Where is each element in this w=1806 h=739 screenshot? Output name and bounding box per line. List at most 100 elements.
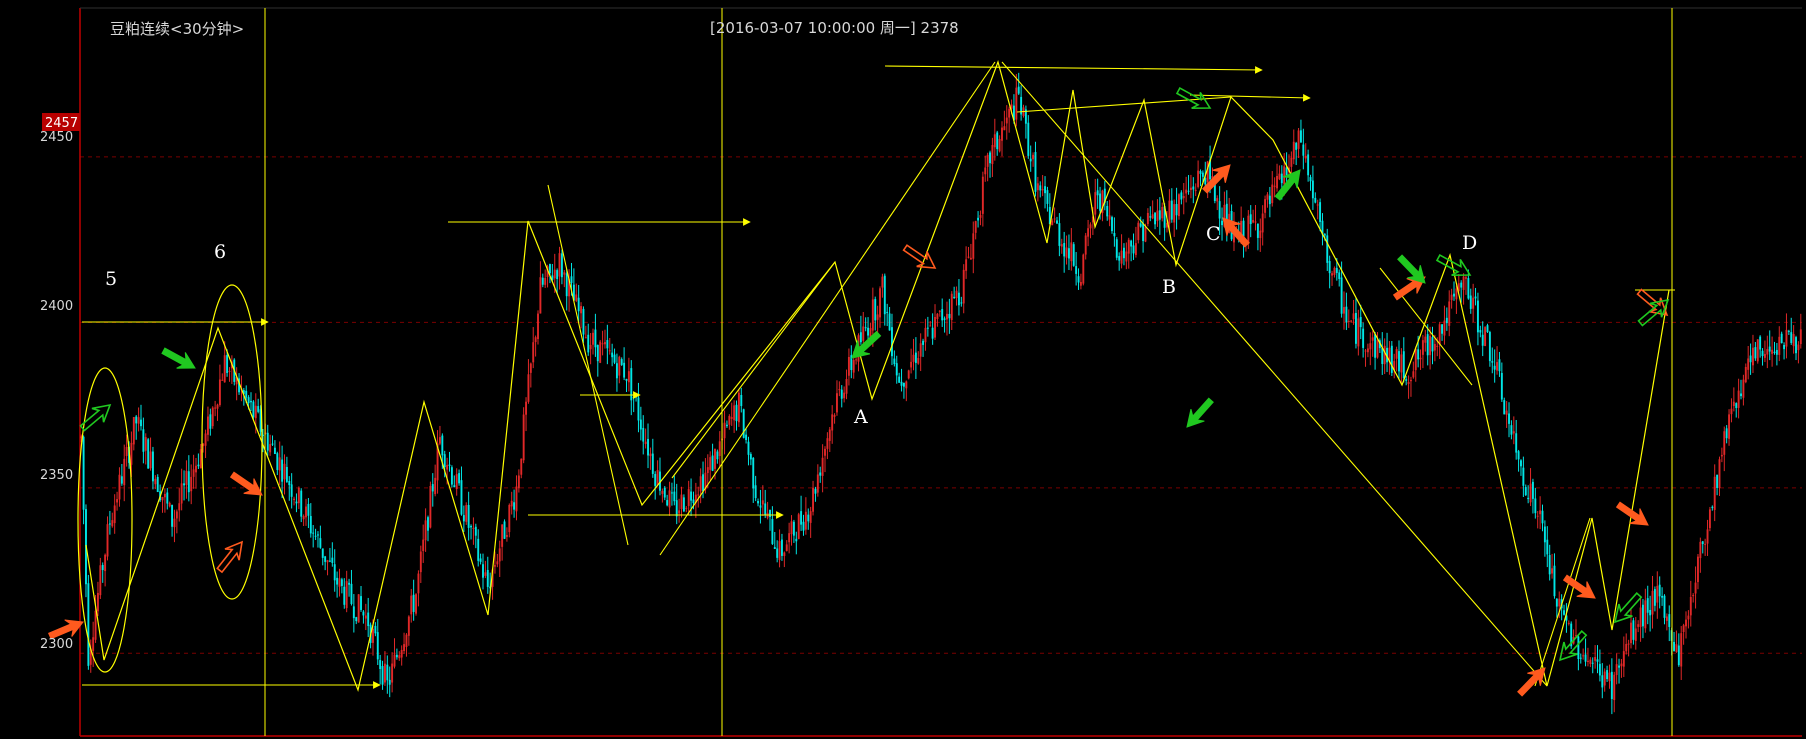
candle-body-256 [692, 499, 695, 504]
candle-body-659 [1656, 585, 1659, 603]
candle-140 [415, 593, 417, 616]
candle-body-97 [312, 532, 315, 534]
candle-body-374 [974, 221, 977, 233]
candle-body-329 [867, 327, 870, 336]
candle-body-238 [649, 453, 652, 457]
candle-body-643 [1618, 665, 1620, 668]
candle-body-109 [340, 579, 343, 586]
candle-body-383 [996, 132, 999, 150]
candle-body-203 [565, 273, 568, 297]
candle-body-31 [154, 478, 157, 485]
candle-body-398 [1032, 154, 1035, 160]
candle-body-92 [300, 490, 303, 517]
candle-body-678 [1701, 541, 1704, 545]
candle-body-53 [206, 416, 209, 435]
candle-body-11 [106, 524, 109, 557]
candle-body-680 [1706, 529, 1709, 544]
candle-body-333 [876, 314, 879, 320]
candle-body-704 [1763, 353, 1766, 358]
chart-info: [2016-03-07 10:00:00 周一] 2378 [710, 19, 959, 37]
candle-body-177 [503, 521, 506, 539]
candle-body-681 [1708, 509, 1711, 529]
candle-body-362 [946, 313, 948, 320]
candle-body-593 [1498, 359, 1501, 372]
candle-body-181 [513, 502, 516, 510]
candle-body-227 [623, 362, 626, 378]
candle-body-718 [1797, 344, 1800, 351]
candle-body-323 [852, 360, 855, 373]
candle-body-175 [498, 548, 501, 562]
candle-body-213 [589, 344, 592, 350]
candle-346 [907, 369, 910, 380]
candle-body-336 [883, 275, 886, 315]
candle-body-372 [969, 257, 972, 260]
candle-body-461 [1182, 195, 1185, 199]
candle-body-558 [1414, 348, 1417, 371]
candle-body-183 [517, 475, 520, 489]
candle-body-464 [1189, 187, 1192, 191]
candle-body-577 [1460, 282, 1463, 288]
candle-body-123 [374, 625, 377, 634]
candle-body-110 [343, 586, 346, 605]
candle-body-111 [345, 581, 348, 609]
candle-body-396 [1027, 122, 1030, 156]
candle-body-100 [319, 538, 322, 548]
candle-body-351 [919, 343, 922, 357]
candle-419 [1082, 253, 1085, 286]
candle-body-202 [563, 272, 566, 275]
candle-body-212 [587, 334, 590, 353]
candle-body-652 [1639, 607, 1642, 627]
candle-body-417 [1077, 276, 1080, 283]
candle-body-250 [678, 510, 681, 514]
candle-3 [87, 574, 90, 670]
candle-body-173 [493, 565, 496, 567]
candle-body-391 [1015, 87, 1018, 120]
candle-body-32 [156, 476, 159, 493]
candle-body-14 [113, 505, 116, 524]
candle-body-232 [635, 395, 638, 398]
candle-body-609 [1536, 515, 1539, 517]
candle-body-218 [601, 343, 604, 345]
candle-body-303 [804, 511, 807, 530]
candle-body-494 [1261, 213, 1264, 233]
candle-body-288 [769, 509, 771, 517]
candle-body-71 [250, 400, 252, 403]
candle-body-1 [82, 436, 85, 510]
candle-body-154 [448, 464, 451, 466]
candle-body-597 [1508, 413, 1510, 424]
candle-body-698 [1749, 355, 1752, 363]
candle-body-516 [1314, 197, 1317, 203]
y-tick-2350: 2350 [40, 468, 73, 483]
candle-body-55 [211, 407, 214, 427]
candle-body-263 [709, 457, 712, 470]
candle-body-400 [1036, 183, 1039, 191]
candle-body-511 [1302, 144, 1305, 156]
candle-body-711 [1780, 333, 1783, 344]
candle-body-449 [1154, 212, 1157, 225]
candle-body-12 [108, 523, 111, 525]
candle-body-446 [1146, 212, 1149, 224]
candle-body-187 [527, 374, 530, 402]
candle-body-239 [651, 453, 654, 474]
candle-body-243 [661, 490, 664, 494]
candle-body-664 [1668, 614, 1671, 627]
candle-body-560 [1419, 357, 1422, 360]
candle-body-694 [1740, 393, 1742, 397]
candle-body-174 [496, 561, 499, 565]
candle-body-319 [843, 392, 846, 399]
candle-body-591 [1493, 365, 1496, 370]
candle-body-42 [180, 483, 183, 504]
candle-body-422 [1089, 224, 1092, 229]
candle-body-388 [1008, 108, 1011, 118]
candle-body-380 [989, 152, 991, 164]
candle-body-536 [1362, 328, 1365, 348]
candle-body-501 [1278, 173, 1281, 180]
candle-body-650 [1634, 628, 1637, 641]
candle-body-594 [1500, 372, 1503, 400]
candle-body-15 [116, 499, 119, 503]
candle-body-292 [778, 541, 781, 560]
candle-body-122 [372, 629, 374, 643]
candle-body-105 [331, 557, 334, 563]
candle-body-500 [1276, 175, 1278, 189]
candle-body-127 [383, 663, 386, 683]
